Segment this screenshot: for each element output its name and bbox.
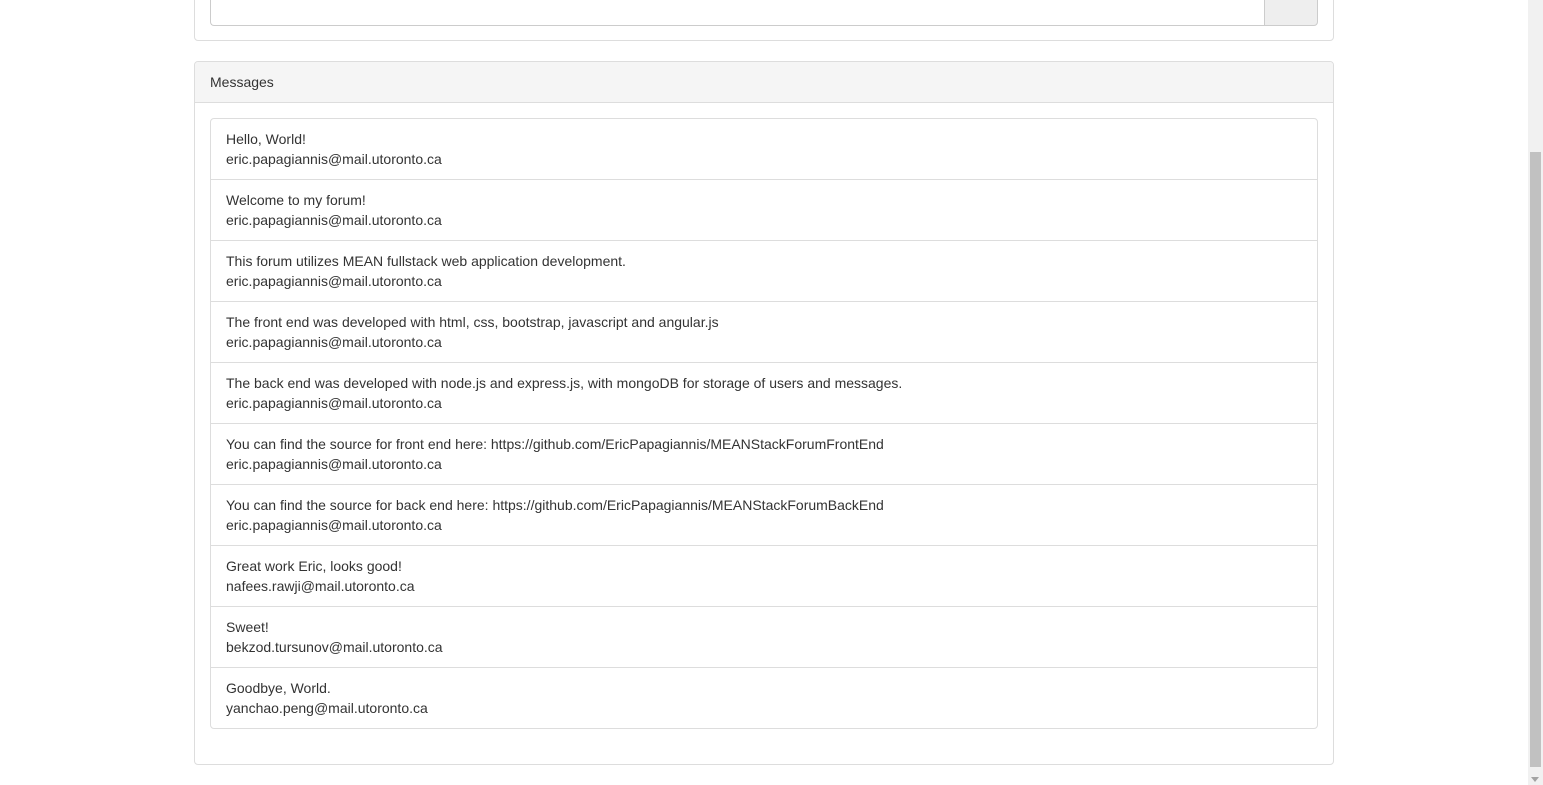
message-text: You can find the source for front end he…	[226, 436, 884, 452]
message-input[interactable]	[210, 0, 1264, 26]
message-text: Sweet!	[226, 619, 269, 635]
message-text: You can find the source for back end her…	[226, 497, 884, 513]
message-author: eric.papagiannis@mail.utoronto.ca	[226, 151, 442, 167]
message-text: This forum utilizes MEAN fullstack web a…	[226, 253, 626, 269]
message-author: bekzod.tursunov@mail.utoronto.ca	[226, 639, 443, 655]
message-item: You can find the source for front end he…	[211, 424, 1317, 485]
post-input-group	[210, 0, 1318, 26]
scrollbar-thumb[interactable]	[1530, 152, 1541, 767]
message-text: Goodbye, World.	[226, 680, 331, 696]
message-item: You can find the source for back end her…	[211, 485, 1317, 546]
vertical-scrollbar[interactable]	[1528, 0, 1543, 785]
message-text: Welcome to my forum!	[226, 192, 366, 208]
message-item: This forum utilizes MEAN fullstack web a…	[211, 241, 1317, 302]
message-author: eric.papagiannis@mail.utoronto.ca	[226, 517, 442, 533]
message-item: Hello, World! eric.papagiannis@mail.utor…	[211, 119, 1317, 180]
message-text: Hello, World!	[226, 131, 306, 147]
messages-list: Hello, World! eric.papagiannis@mail.utor…	[210, 118, 1318, 729]
messages-heading: Messages	[195, 62, 1333, 103]
message-text: The back end was developed with node.js …	[226, 375, 903, 391]
message-author: eric.papagiannis@mail.utoronto.ca	[226, 395, 442, 411]
message-item: Great work Eric, looks good! nafees.rawj…	[211, 546, 1317, 607]
message-author: eric.papagiannis@mail.utoronto.ca	[226, 212, 442, 228]
message-text: Great work Eric, looks good!	[226, 558, 402, 574]
message-author: eric.papagiannis@mail.utoronto.ca	[226, 273, 442, 289]
message-item: The front end was developed with html, c…	[211, 302, 1317, 363]
message-item: The back end was developed with node.js …	[211, 363, 1317, 424]
messages-panel: Messages Hello, World! eric.papagiannis@…	[194, 61, 1334, 765]
messages-body: Hello, World! eric.papagiannis@mail.utor…	[195, 103, 1333, 744]
message-author: eric.papagiannis@mail.utoronto.ca	[226, 334, 442, 350]
message-item: Goodbye, World. yanchao.peng@mail.utoron…	[211, 668, 1317, 728]
message-author: eric.papagiannis@mail.utoronto.ca	[226, 456, 442, 472]
post-button[interactable]	[1264, 0, 1318, 26]
message-item: Welcome to my forum! eric.papagiannis@ma…	[211, 180, 1317, 241]
message-text: The front end was developed with html, c…	[226, 314, 719, 330]
message-item: Sweet! bekzod.tursunov@mail.utoronto.ca	[211, 607, 1317, 668]
message-author: nafees.rawji@mail.utoronto.ca	[226, 578, 415, 594]
message-author: yanchao.peng@mail.utoronto.ca	[226, 700, 428, 716]
post-message-panel	[194, 0, 1334, 41]
scroll-down-arrow-icon[interactable]	[1531, 777, 1539, 782]
